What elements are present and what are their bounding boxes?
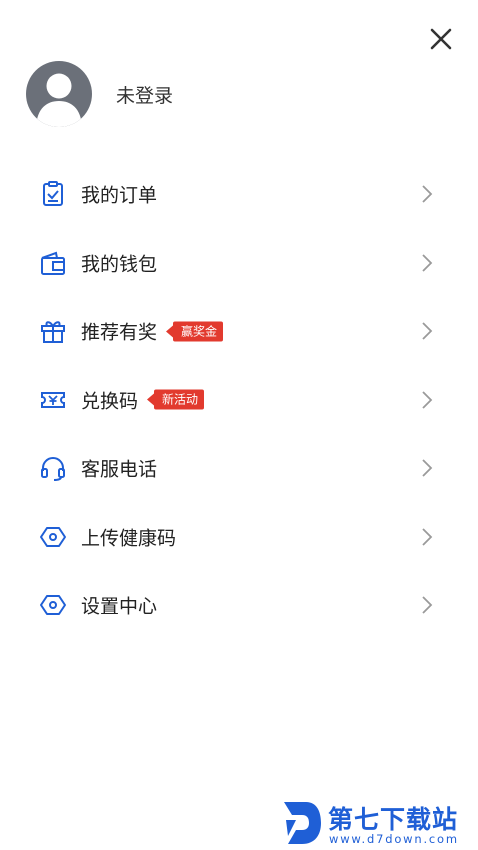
menu-item-label: 上传健康码 (81, 527, 177, 550)
menu-item-label: 设置中心 (81, 595, 158, 618)
chevron-right-icon (422, 322, 433, 340)
menu-item-my-wallet[interactable]: 我的钱包 (0, 229, 478, 298)
chevron-right-icon (422, 391, 433, 409)
menu-item-label: 推荐有奖 赢奖金 (81, 318, 224, 345)
menu-item-label: 客服电话 (81, 458, 158, 481)
new-activity-badge: 新活动 (147, 389, 205, 410)
menu-item-redeem-code[interactable]: 兑换码 新活动 (0, 366, 478, 435)
chevron-right-icon (422, 254, 433, 272)
gift-icon (41, 321, 65, 344)
menu-item-my-orders[interactable]: 我的订单 (0, 160, 478, 229)
menu-item-upload-health-code[interactable]: 上传健康码 (0, 503, 478, 572)
close-button[interactable] (424, 22, 458, 56)
user-profile[interactable]: 未登录 (26, 60, 173, 128)
watermark-title: 第七下载站 (328, 805, 459, 834)
chevron-right-icon (422, 185, 433, 203)
menu-item-settings[interactable]: 设置中心 (0, 571, 478, 640)
menu-item-referral[interactable]: 推荐有奖 赢奖金 (0, 297, 478, 366)
avatar[interactable] (26, 61, 92, 127)
menu-item-customer-service[interactable]: 客服电话 (0, 434, 478, 503)
headset-icon (41, 457, 65, 482)
reward-badge: 赢奖金 (166, 321, 224, 342)
menu-item-label: 我的订单 (81, 184, 158, 207)
chevron-right-icon (422, 596, 433, 614)
d7-logo-icon (284, 802, 321, 844)
wallet-icon (41, 251, 65, 275)
user-silhouette-icon (36, 73, 82, 127)
order-clipboard-icon (43, 181, 63, 207)
menu-item-label: 兑换码 新活动 (81, 386, 205, 413)
menu-list: 我的订单 我的钱包 推荐有奖 赢奖金 兑换码 新活动 客服电话 上传健康码 设置… (0, 160, 478, 640)
coupon-icon (41, 391, 65, 408)
menu-item-label: 我的钱包 (81, 253, 158, 276)
hexagon-settings-icon (40, 526, 66, 547)
chevron-right-icon (422, 528, 433, 546)
close-icon (430, 28, 452, 50)
hexagon-settings-icon (40, 595, 66, 616)
chevron-right-icon (422, 459, 433, 477)
watermark-logo: 第七下载站 www.d7down.com (282, 798, 474, 850)
login-status[interactable]: 未登录 (116, 81, 173, 108)
watermark-url: www.d7down.com (329, 832, 459, 846)
